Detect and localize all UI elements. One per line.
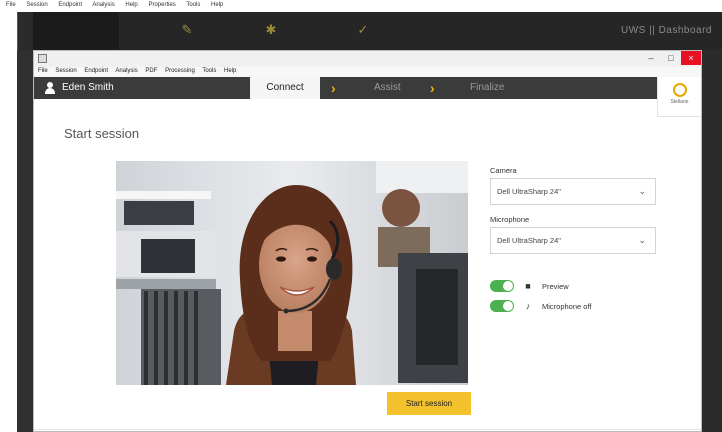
outer-menu-item[interactable]: Session bbox=[26, 2, 47, 8]
preview-toggle-label: Preview bbox=[542, 281, 569, 291]
video-preview bbox=[116, 161, 468, 385]
window-titlebar: – □ × bbox=[34, 51, 701, 67]
user-info[interactable]: Eden Smith bbox=[44, 81, 114, 95]
minimize-button[interactable]: – bbox=[641, 51, 661, 65]
preview-toggle-row: ■ Preview bbox=[490, 279, 569, 293]
screenshot-frame: File Session Endpoint Analysis Help Prop… bbox=[0, 0, 722, 432]
outer-menu-item[interactable]: Help bbox=[211, 2, 223, 8]
background-tab[interactable] bbox=[33, 12, 119, 50]
menu-item[interactable]: Tools bbox=[202, 68, 216, 74]
menu-item[interactable]: File bbox=[38, 68, 48, 74]
video-camera-icon: ■ bbox=[525, 281, 531, 291]
step-navbar: Eden Smith Connect › Assist › Finalize bbox=[34, 77, 701, 99]
user-icon bbox=[44, 81, 56, 95]
start-session-button[interactable]: Start session bbox=[387, 392, 471, 415]
microphone-icon: ♪ bbox=[525, 301, 531, 311]
outer-menu-item[interactable]: File bbox=[6, 2, 16, 8]
chevron-down-icon: ⌄ bbox=[638, 235, 646, 245]
outer-menu-item[interactable]: Properties bbox=[148, 2, 175, 8]
step-connect[interactable]: Connect bbox=[250, 77, 320, 99]
app-window: – □ × File Session Endpoint Analysis PDF… bbox=[33, 50, 702, 432]
step-finalize[interactable]: Finalize bbox=[470, 77, 504, 99]
logo-text: Stellarie bbox=[670, 99, 689, 105]
outer-menubar: File Session Endpoint Analysis Help Prop… bbox=[0, 0, 722, 12]
divider bbox=[34, 429, 701, 430]
outer-menu-item[interactable]: Analysis bbox=[92, 2, 114, 8]
menu-item[interactable]: Endpoint bbox=[84, 68, 108, 74]
background-status: UWS || Dashboard bbox=[620, 25, 712, 36]
chevron-right-icon: › bbox=[331, 80, 336, 96]
camera-select-value: Dell UltraSharp 24" bbox=[497, 187, 561, 196]
brand-logo: Stellarie bbox=[657, 77, 701, 117]
camera-label: Camera bbox=[490, 166, 517, 175]
step-assist[interactable]: Assist bbox=[374, 77, 401, 99]
microphone-label: Microphone bbox=[490, 215, 530, 224]
microphone-select-value: Dell UltraSharp 24" bbox=[497, 236, 561, 245]
chevron-down-icon: ⌄ bbox=[638, 186, 646, 196]
menu-item[interactable]: Processing bbox=[165, 68, 195, 74]
sparkle-icon[interactable]: ✱ bbox=[263, 22, 279, 38]
menu-item[interactable]: Analysis bbox=[115, 68, 137, 74]
camera-preview-image bbox=[116, 161, 468, 385]
outer-menu-item[interactable]: Endpoint bbox=[58, 2, 82, 8]
menu-item[interactable]: Session bbox=[55, 68, 76, 74]
chevron-right-icon: › bbox=[430, 80, 435, 96]
edit-icon[interactable]: ✎ bbox=[179, 22, 195, 38]
camera-select[interactable]: Dell UltraSharp 24" ⌄ bbox=[490, 178, 656, 205]
maximize-button[interactable]: □ bbox=[661, 51, 681, 65]
menu-item[interactable]: PDF bbox=[145, 68, 157, 74]
microphone-toggle-label: Microphone off bbox=[542, 301, 592, 311]
user-name: Eden Smith bbox=[62, 82, 114, 93]
app-icon bbox=[38, 54, 47, 63]
background-sidebar bbox=[17, 50, 33, 432]
page-title: Start session bbox=[64, 126, 140, 141]
outer-menu-item[interactable]: Help bbox=[125, 2, 137, 8]
microphone-select[interactable]: Dell UltraSharp 24" ⌄ bbox=[490, 227, 656, 254]
outer-menu-item[interactable]: Tools bbox=[186, 2, 200, 8]
mic-toggle-row: ♪ Microphone off bbox=[490, 299, 591, 313]
check-circle-icon[interactable]: ✓ bbox=[355, 22, 371, 38]
preview-toggle[interactable] bbox=[490, 280, 514, 292]
window-controls: – □ × bbox=[641, 51, 701, 65]
background-toolbar: ✎ ✱ ✓ UWS || Dashboard bbox=[33, 12, 722, 50]
close-button[interactable]: × bbox=[681, 51, 701, 65]
window-menubar: File Session Endpoint Analysis PDF Proce… bbox=[34, 67, 701, 77]
microphone-toggle[interactable] bbox=[490, 300, 514, 312]
logo-icon bbox=[672, 83, 687, 97]
menu-item[interactable]: Help bbox=[224, 68, 236, 74]
